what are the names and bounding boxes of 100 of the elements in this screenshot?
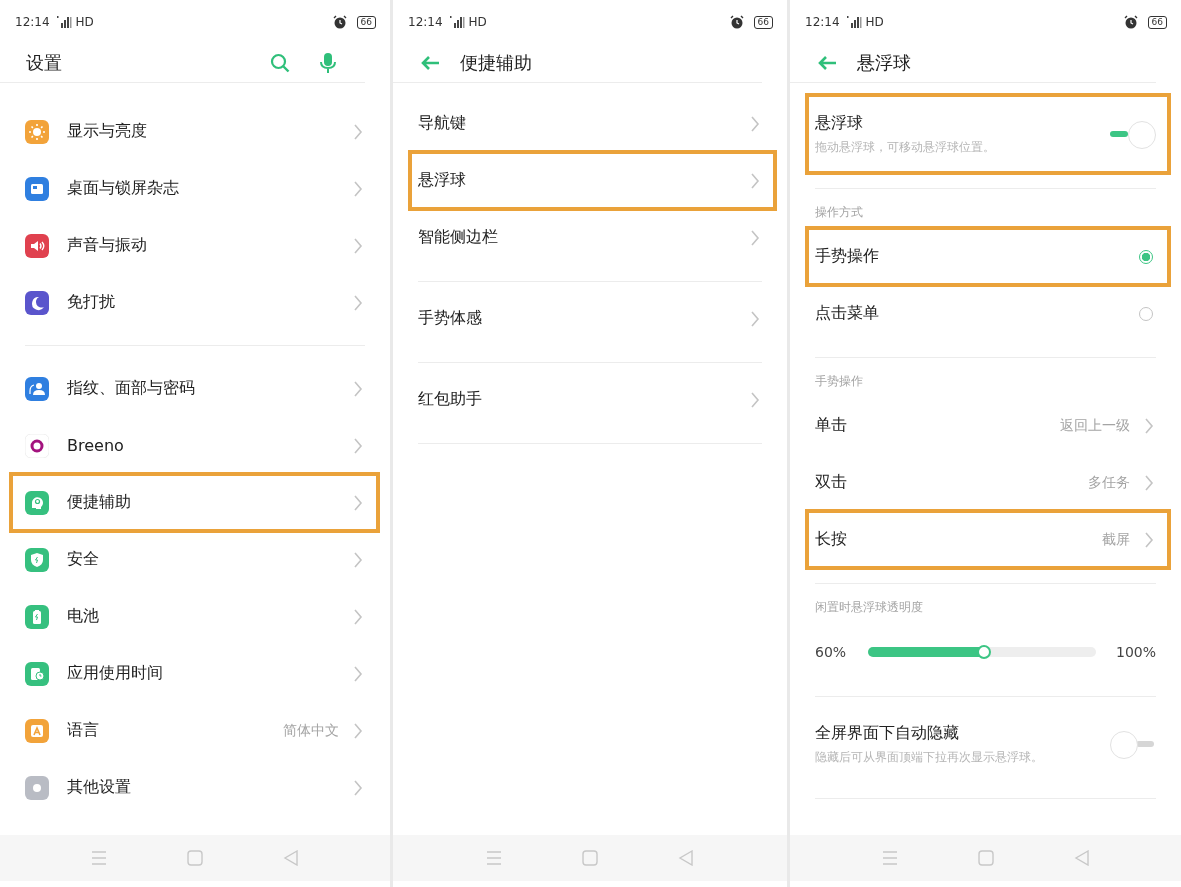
settings-row[interactable]: 电池 (25, 588, 365, 645)
settings-row[interactable]: 免打扰 (25, 274, 365, 331)
settings-row[interactable]: 红包助手 (418, 371, 762, 428)
slider-thumb[interactable] (977, 645, 992, 659)
home-icon[interactable] (977, 850, 994, 866)
signal-icon (845, 16, 862, 28)
microphone-icon (320, 52, 336, 74)
settings-row[interactable]: 导航键 (418, 95, 762, 152)
back-button[interactable] (420, 55, 440, 71)
settings-row[interactable]: 语言 简体中文 (25, 702, 365, 759)
network-label: HD (865, 15, 884, 29)
home-icon[interactable] (582, 850, 598, 866)
row-label: 显示与亮度 (67, 121, 147, 142)
row-label: 电池 (67, 606, 99, 627)
min-label: 60% (815, 644, 847, 660)
settings-row[interactable]: 安全 (25, 531, 365, 588)
settings-row[interactable]: 其他设置 (25, 759, 365, 816)
settings-row[interactable]: 手势体感 (418, 290, 762, 347)
settings-row[interactable]: 双击 多任务 (815, 454, 1156, 511)
settings-row[interactable]: 单击 返回上一级 (815, 397, 1156, 454)
signal-icon (55, 16, 72, 28)
chevron-icon (1144, 530, 1154, 549)
clock-time: 12:14 (15, 15, 50, 29)
settings-icon (25, 433, 49, 458)
row-label: 双击 (815, 472, 847, 493)
description-text: 拖动悬浮球，可移动悬浮球位置。 (815, 138, 995, 156)
settings-row[interactable]: 悬浮球 (410, 152, 775, 209)
alarm-icon (729, 15, 744, 29)
back-icon[interactable] (1073, 850, 1090, 866)
battery-indicator: 66 (753, 15, 773, 29)
settings-row[interactable]: Breeno (25, 417, 365, 474)
chevron-icon (353, 436, 363, 455)
settings-row[interactable]: 点击菜单 (815, 285, 1156, 342)
alarm-icon (1123, 15, 1138, 29)
row-label: 手势体感 (418, 308, 482, 329)
section-heading: 操作方式 (815, 204, 864, 221)
page-title: 设置 (26, 51, 62, 75)
toggle-switch[interactable] (1110, 119, 1156, 149)
row-label: 导航键 (418, 113, 466, 134)
voice-button[interactable] (320, 52, 336, 74)
back-button[interactable] (817, 55, 837, 71)
signal-icon (448, 16, 465, 28)
settings-row[interactable]: 全屏界面下自动隐藏 隐藏后可从界面顶端下拉再次显示悬浮球。 (815, 705, 1156, 783)
settings-row[interactable]: 智能侧边栏 (418, 209, 762, 266)
settings-row[interactable]: 便捷辅助 (11, 474, 378, 531)
chevron-icon (750, 114, 760, 133)
row-label: 其他设置 (67, 777, 131, 798)
value-label: 返回上一级 (1060, 416, 1130, 435)
settings-row[interactable]: 手势操作 (807, 228, 1169, 285)
clock-time: 12:14 (408, 15, 443, 29)
value-label: 多任务 (1088, 473, 1130, 492)
page-title: 悬浮球 (857, 51, 911, 75)
settings-row[interactable]: 指纹、面部与密码 (25, 360, 365, 417)
battery-indicator: 66 (356, 15, 376, 29)
chevron-icon (353, 379, 363, 398)
menu-icon[interactable] (91, 851, 107, 865)
settings-row[interactable]: 长按 截屏 (807, 511, 1169, 568)
chevron-icon (353, 721, 363, 740)
toggle-switch[interactable] (1110, 729, 1156, 759)
row-label: 便捷辅助 (67, 492, 131, 513)
menu-icon[interactable] (881, 851, 898, 865)
settings-row[interactable]: 应用使用时间 (25, 645, 365, 702)
value-label: 简体中文 (283, 721, 339, 740)
chevron-icon (353, 293, 363, 312)
radio-button[interactable] (1139, 249, 1153, 264)
home-icon[interactable] (187, 850, 203, 866)
chevron-icon (1144, 473, 1154, 492)
clock-time: 12:14 (805, 15, 840, 29)
settings-row[interactable]: 悬浮球 拖动悬浮球，可移动悬浮球位置。 (807, 95, 1169, 173)
search-icon (270, 53, 290, 73)
row-label: 安全 (67, 549, 99, 570)
value-label: 截屏 (1102, 530, 1130, 549)
network-label: HD (468, 15, 487, 29)
row-label: 单击 (815, 415, 847, 436)
max-label: 100% (1115, 644, 1156, 660)
chevron-icon (353, 550, 363, 569)
settings-row[interactable]: 桌面与锁屏杂志 (25, 160, 365, 217)
search-button[interactable] (270, 53, 290, 73)
row-label: 声音与振动 (67, 235, 147, 256)
page-title: 便捷辅助 (460, 51, 532, 75)
chevron-icon (750, 390, 760, 409)
row-label: 智能侧边栏 (418, 227, 498, 248)
row-label: Breeno (67, 436, 124, 455)
chevron-icon (353, 493, 363, 512)
slider-track[interactable] (868, 647, 1096, 657)
row-label: 免打扰 (67, 292, 115, 313)
row-label: 红包助手 (418, 389, 482, 410)
back-icon[interactable] (283, 850, 299, 866)
chevron-icon (353, 664, 363, 683)
row-label: 悬浮球 (815, 112, 864, 134)
description-text: 隐藏后可从界面顶端下拉再次显示悬浮球。 (815, 748, 1043, 766)
back-icon[interactable] (678, 850, 694, 866)
battery-indicator: 66 (1147, 15, 1167, 29)
menu-icon[interactable] (486, 851, 502, 865)
row-label: 语言 (67, 720, 99, 741)
settings-row[interactable]: 声音与振动 (25, 217, 365, 274)
settings-row[interactable]: 显示与亮度 (25, 103, 365, 160)
chevron-icon (750, 228, 760, 247)
chevron-icon (750, 171, 760, 190)
chevron-icon (1144, 416, 1154, 435)
